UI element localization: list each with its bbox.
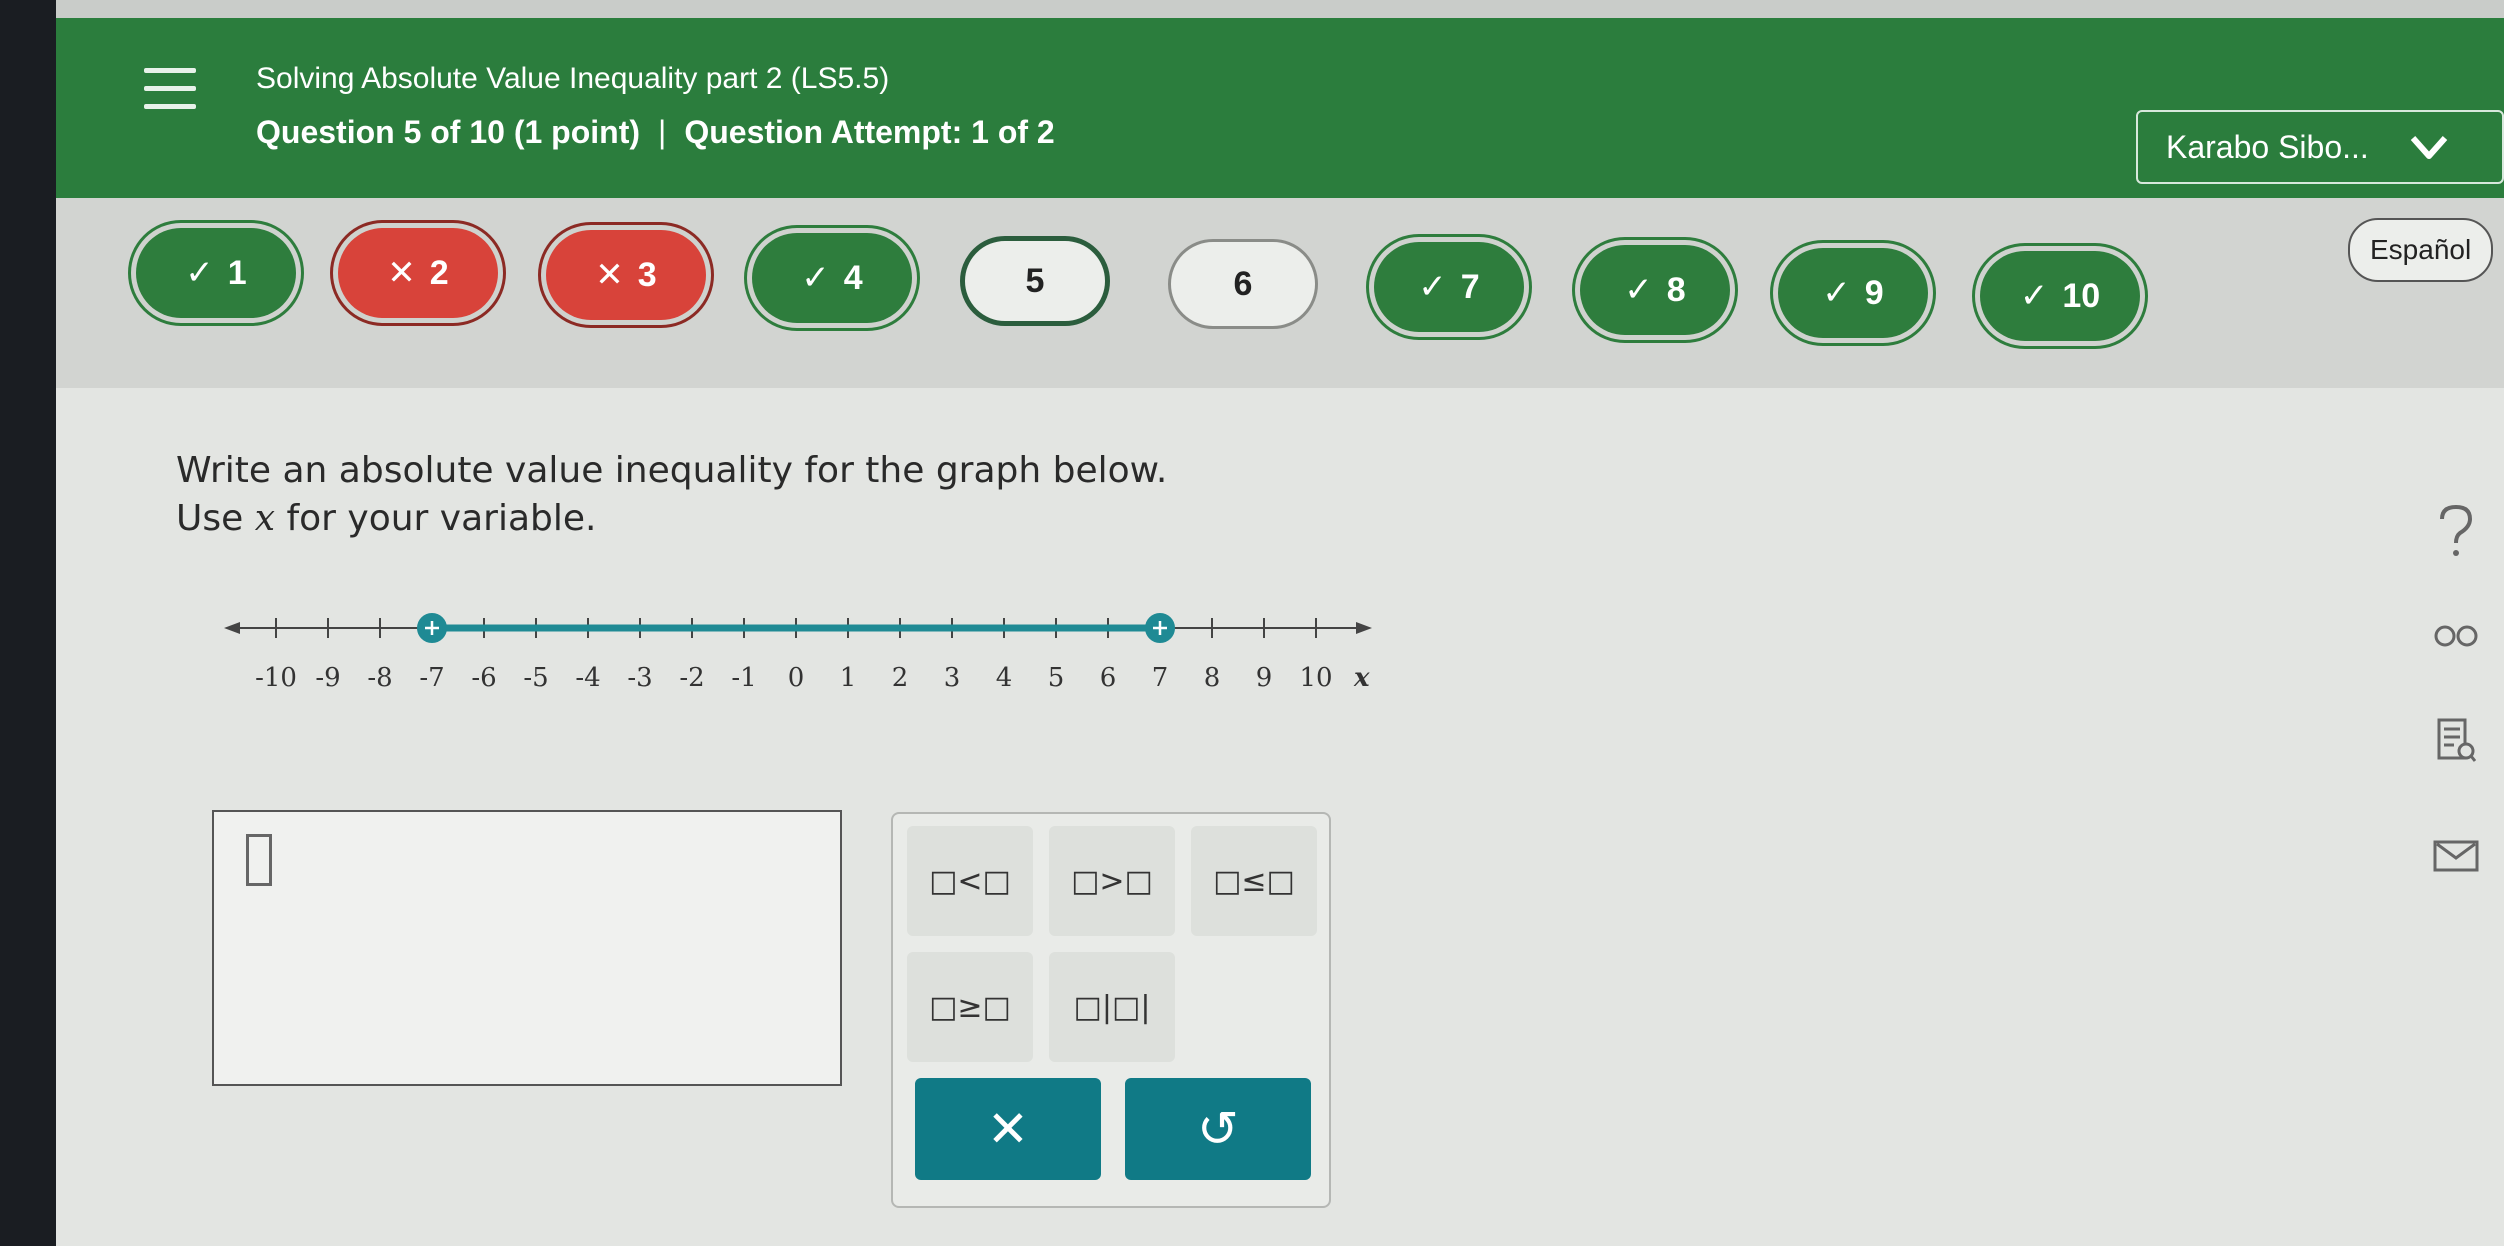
axis-label: x xyxy=(1353,663,1370,693)
question-prompt: Write an absolute value inequality for t… xyxy=(176,450,1168,491)
app-screen: Solving Absolute Value Inequality part 2… xyxy=(56,0,2504,1246)
assignment-title: Solving Absolute Value Inequality part 2… xyxy=(256,62,890,95)
left-arrow xyxy=(224,622,240,634)
less-than-key[interactable]: □<□ xyxy=(907,826,1033,936)
header-bar: Solving Absolute Value Inequality part 2… xyxy=(56,18,2504,198)
question-2-button[interactable]: ✕ 2 xyxy=(338,228,498,318)
question-number: 5 xyxy=(1025,261,1045,300)
question-9-button[interactable]: ✓ 9 xyxy=(1778,248,1928,338)
absolute-value-key[interactable]: □|□| xyxy=(1049,952,1175,1062)
greater-equal-key[interactable]: □≥□ xyxy=(907,952,1033,1062)
question-number: 9 xyxy=(1864,273,1884,312)
question-number: 4 xyxy=(843,258,863,297)
question-number: 10 xyxy=(2062,276,2101,315)
tick-label: -8 xyxy=(367,663,392,693)
menu-icon[interactable] xyxy=(144,68,196,112)
instruction-before: Use xyxy=(176,498,255,539)
question-4-button[interactable]: ✓ 4 xyxy=(752,233,912,323)
question-1-button[interactable]: ✓ 1 xyxy=(136,228,296,318)
tick-label: 6 xyxy=(1100,663,1117,693)
variable-symbol: x xyxy=(254,498,276,539)
tick-label: -4 xyxy=(575,663,600,693)
question-number: 6 xyxy=(1233,264,1253,303)
help-icon[interactable] xyxy=(2426,500,2486,560)
question-number: 1 xyxy=(227,253,247,292)
header-separator: | xyxy=(658,114,667,150)
x-icon: ✕ xyxy=(595,256,624,294)
tick-label: -2 xyxy=(679,663,704,693)
variable-instruction: Use x for your variable. xyxy=(176,498,596,539)
tick-label: 10 xyxy=(1299,663,1332,693)
tick-label: -6 xyxy=(471,663,496,693)
clear-icon: ✕ xyxy=(987,1101,1029,1157)
question-3-button[interactable]: ✕ 3 xyxy=(546,230,706,320)
question-8-button[interactable]: ✓ 8 xyxy=(1580,245,1730,335)
tick-label: -10 xyxy=(255,663,297,693)
tick-label: 8 xyxy=(1204,663,1221,693)
tick-label: -5 xyxy=(523,663,548,693)
tick-label: 1 xyxy=(840,663,857,693)
input-cursor-box xyxy=(246,834,272,886)
tick-label: 4 xyxy=(996,663,1013,693)
question-6-button[interactable]: 6 xyxy=(1168,239,1318,329)
espanol-button[interactable]: Español xyxy=(2348,218,2494,282)
tick-label: -7 xyxy=(419,663,444,693)
question-navigator: ✓ 1 ✕ 2 ✕ 3 ✓ 4 5 6 ✓ 7 ✓ 8 ✓ 9 ✓ 10 Español xyxy=(56,198,2504,388)
tick-label: 2 xyxy=(892,663,909,693)
mail-icon[interactable] xyxy=(2426,826,2486,886)
attempt-label: Question Attempt: 1 of 2 xyxy=(684,114,1055,150)
less-equal-key[interactable]: □≤□ xyxy=(1191,826,1317,936)
tick-label: 5 xyxy=(1048,663,1065,693)
question-number: 3 xyxy=(637,255,657,294)
greater-than-key[interactable]: □>□ xyxy=(1049,826,1175,936)
check-icon: ✓ xyxy=(801,259,830,297)
tick-label: -1 xyxy=(731,663,756,693)
tick-label: -3 xyxy=(627,663,652,693)
question-10-button[interactable]: ✓ 10 xyxy=(1980,251,2140,341)
tick-label: 0 xyxy=(788,663,805,693)
tick-label: 3 xyxy=(944,663,961,693)
instruction-after: for your variable. xyxy=(275,498,597,539)
check-icon: ✓ xyxy=(2019,277,2049,315)
question-content: Write an absolute value inequality for t… xyxy=(56,388,2504,1246)
browser-strip xyxy=(56,0,2504,18)
x-icon: ✕ xyxy=(387,254,416,292)
check-icon: ✓ xyxy=(1624,271,1653,309)
tick-label: 7 xyxy=(1152,663,1169,693)
chevron-down-icon xyxy=(2410,136,2448,159)
undo-button[interactable]: ↺ xyxy=(1125,1078,1311,1180)
tick-label: 9 xyxy=(1256,663,1273,693)
tick-label: -9 xyxy=(315,663,340,693)
question-number: 7 xyxy=(1460,267,1480,306)
question-number: 2 xyxy=(429,253,449,292)
check-icon: ✓ xyxy=(1418,268,1447,306)
user-name: Karabo Sibo... xyxy=(2166,128,2369,165)
question-7-button[interactable]: ✓ 7 xyxy=(1374,242,1524,332)
number-line-graph: -10 -9 -8 -7 -6 -5 -4 -3 -2 -1 0 1 2 3 4 5 6 7 8 9 10 x xyxy=(224,613,1372,693)
question-5-button[interactable]: 5 xyxy=(960,236,1110,326)
question-info: Question 5 of 10 (1 point) | Question Atte… xyxy=(256,114,1055,151)
question-label: Question 5 of 10 (1 point) xyxy=(256,114,641,150)
user-menu-button[interactable]: Karabo Sibo... xyxy=(2136,110,2504,184)
right-arrow xyxy=(1356,622,1372,634)
math-keypad: □<□ □>□ □≤□ □≥□ □|□| ✕ ↺ xyxy=(891,812,1331,1208)
textbook-icon[interactable] xyxy=(2426,710,2486,770)
glossary-infinity-icon[interactable] xyxy=(2426,606,2486,666)
undo-icon: ↺ xyxy=(1197,1101,1239,1157)
check-icon: ✓ xyxy=(185,254,214,292)
question-number: 8 xyxy=(1666,270,1686,309)
clear-button[interactable]: ✕ xyxy=(915,1078,1101,1180)
answer-input[interactable] xyxy=(212,810,842,1086)
check-icon: ✓ xyxy=(1822,274,1851,312)
